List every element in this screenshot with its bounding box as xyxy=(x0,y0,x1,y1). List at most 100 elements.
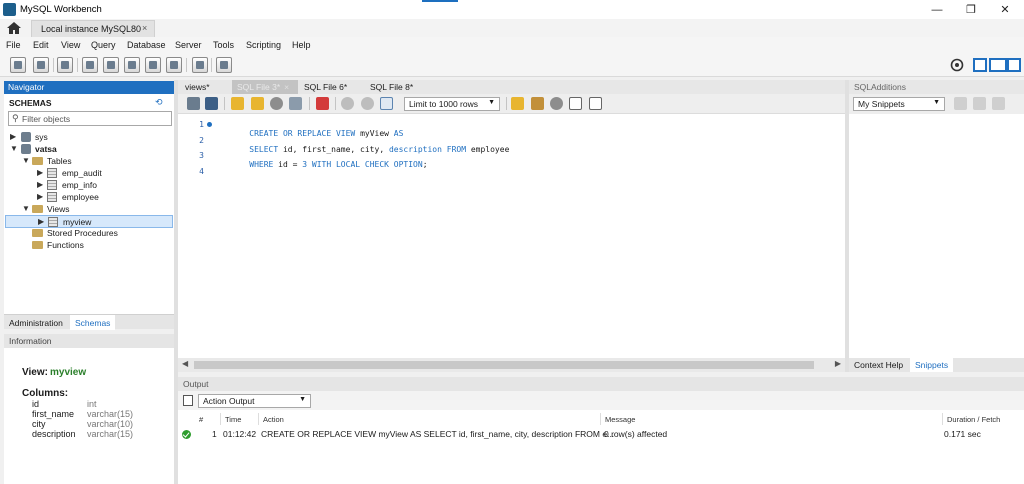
connection-tab-local-instance[interactable]: Local instance MySQL80 × xyxy=(31,20,155,37)
home-icon[interactable] xyxy=(6,21,22,35)
new-sql-tab-icon[interactable] xyxy=(10,57,26,73)
copy-output-icon[interactable] xyxy=(183,395,193,406)
tree-item-stored-procedures[interactable]: Stored Procedures xyxy=(20,227,170,239)
find-icon[interactable] xyxy=(550,97,563,110)
tree-item-label: Stored Procedures xyxy=(47,228,118,238)
create-procedure-icon[interactable] xyxy=(145,57,161,73)
limit-rows-select[interactable]: Limit to 1000 rows ▼ xyxy=(404,97,500,111)
tab-context-help[interactable]: Context Help xyxy=(849,358,908,372)
tab-snippets[interactable]: Snippets xyxy=(910,358,954,372)
copy-snippet-icon[interactable] xyxy=(992,97,1005,110)
tree-item-functions[interactable]: Functions xyxy=(20,239,170,251)
close-tab-button[interactable]: × xyxy=(284,82,289,92)
column-name: id xyxy=(32,399,40,409)
save-icon[interactable] xyxy=(205,97,218,110)
menu-tools[interactable]: Tools xyxy=(213,40,234,50)
menu-query[interactable]: Query xyxy=(91,40,116,50)
tab-sql-file-6[interactable]: SQL File 6* xyxy=(299,80,352,94)
menu-database[interactable]: Database xyxy=(127,40,166,50)
search-table-data-icon[interactable] xyxy=(192,57,208,73)
sidebar-splitter[interactable] xyxy=(845,80,849,372)
scroll-right-icon[interactable]: ▶ xyxy=(835,359,841,368)
tree-item-sys[interactable]: ▶ sys xyxy=(8,131,168,143)
tree-item-emp-info[interactable]: ▶ emp_info xyxy=(35,179,165,191)
expand-caret-icon[interactable]: ▶ xyxy=(37,167,43,179)
editor-horizontal-scrollbar[interactable]: ◀ ▶ xyxy=(178,358,845,372)
create-function-icon[interactable] xyxy=(166,57,182,73)
commit-icon[interactable] xyxy=(341,97,354,110)
tab-schemas[interactable]: Schemas xyxy=(70,315,116,330)
tree-item-views[interactable]: ▼ Views xyxy=(20,203,170,215)
scroll-left-icon[interactable]: ◀ xyxy=(182,359,188,368)
menu-view[interactable]: View xyxy=(61,40,80,50)
scrollbar-thumb[interactable] xyxy=(194,361,814,369)
reconnect-icon[interactable] xyxy=(216,57,232,73)
column-header-message[interactable]: Message xyxy=(605,415,635,424)
filter-objects-input[interactable] xyxy=(22,113,168,125)
collapse-caret-icon[interactable]: ▼ xyxy=(22,155,30,167)
expand-caret-icon[interactable]: ▶ xyxy=(37,179,43,191)
tree-item-emp-audit[interactable]: ▶ emp_audit xyxy=(35,167,165,179)
column-header-number[interactable]: # xyxy=(199,415,203,424)
refresh-schemas-icon[interactable]: ⟲ xyxy=(155,97,163,108)
tab-label: SQL File 3* xyxy=(237,82,281,92)
column-divider xyxy=(220,413,221,425)
close-connection-tab-button[interactable]: × xyxy=(142,23,147,33)
toggle-continue-on-error-icon[interactable] xyxy=(316,97,329,110)
minimize-button[interactable]: — xyxy=(922,2,952,18)
menu-edit[interactable]: Edit xyxy=(33,40,49,50)
invisible-chars-icon[interactable] xyxy=(569,97,582,110)
toggle-navigator-icon[interactable] xyxy=(973,58,987,72)
word-wrap-icon[interactable] xyxy=(589,97,602,110)
inspector-icon[interactable] xyxy=(57,57,73,73)
tab-views[interactable]: views* xyxy=(180,80,215,94)
column-header-duration[interactable]: Duration / Fetch xyxy=(947,415,1000,424)
tab-sql-file-8[interactable]: SQL File 8* xyxy=(365,80,418,94)
collapse-caret-icon[interactable]: ▼ xyxy=(22,203,30,215)
stop-icon[interactable] xyxy=(289,97,302,110)
snippets-select[interactable]: My Snippets ▼ xyxy=(853,97,945,111)
tree-item-vatsa[interactable]: ▼ vatsa xyxy=(8,143,168,155)
tab-sql-file-3[interactable]: SQL File 3* × xyxy=(232,80,298,94)
menu-file[interactable]: File xyxy=(6,40,21,50)
explain-icon[interactable] xyxy=(270,97,283,110)
insert-snippet-icon[interactable] xyxy=(954,97,967,110)
collapse-caret-icon[interactable]: ▼ xyxy=(10,143,18,155)
maximize-button[interactable]: ❐ xyxy=(956,2,986,18)
open-sql-script-icon[interactable] xyxy=(33,57,49,73)
tab-administration[interactable]: Administration xyxy=(4,315,68,330)
column-header-action[interactable]: Action xyxy=(263,415,284,424)
menu-server[interactable]: Server xyxy=(175,40,202,50)
expand-caret-icon[interactable]: ▶ xyxy=(37,191,43,203)
replace-snippet-icon[interactable] xyxy=(973,97,986,110)
create-schema-icon[interactable] xyxy=(82,57,98,73)
menu-help[interactable]: Help xyxy=(292,40,311,50)
expand-caret-icon[interactable]: ▶ xyxy=(10,131,16,143)
execute-current-statement-icon[interactable] xyxy=(251,97,264,110)
autocommit-icon[interactable] xyxy=(380,97,393,110)
tree-item-employee[interactable]: ▶ employee xyxy=(35,191,165,203)
open-file-icon[interactable] xyxy=(187,97,200,110)
beautify-icon[interactable] xyxy=(531,97,544,110)
close-window-button[interactable]: ✕ xyxy=(990,2,1020,18)
add-snippet-icon[interactable] xyxy=(511,97,524,110)
create-table-icon[interactable] xyxy=(103,57,119,73)
line-number: 4 xyxy=(199,167,204,176)
menu-scripting[interactable]: Scripting xyxy=(246,40,281,50)
execute-icon[interactable] xyxy=(231,97,244,110)
filter-objects-box: ⚲ xyxy=(8,111,172,126)
settings-icon[interactable] xyxy=(950,58,964,72)
code-line: WHERE id = 3 WITH LOCAL CHECK OPTION; xyxy=(230,151,427,178)
column-header-time[interactable]: Time xyxy=(225,415,241,424)
tree-item-tables[interactable]: ▼ Tables xyxy=(20,155,170,167)
output-type-select[interactable]: Action Output ▼ xyxy=(198,394,311,408)
output-row-action[interactable]: CREATE OR REPLACE VIEW myView AS SELECT … xyxy=(261,429,614,439)
create-view-icon[interactable] xyxy=(124,57,140,73)
toggle-sidebar-icon[interactable] xyxy=(1007,58,1021,72)
sql-editor[interactable]: 1 2 3 4 CREATE OR REPLACE VIEW myView AS… xyxy=(178,114,845,358)
toggle-output-icon[interactable] xyxy=(989,58,1007,72)
procedures-folder-icon xyxy=(32,229,43,237)
database-icon xyxy=(21,144,31,154)
rollback-icon[interactable] xyxy=(361,97,374,110)
navigator-splitter[interactable] xyxy=(174,80,178,484)
